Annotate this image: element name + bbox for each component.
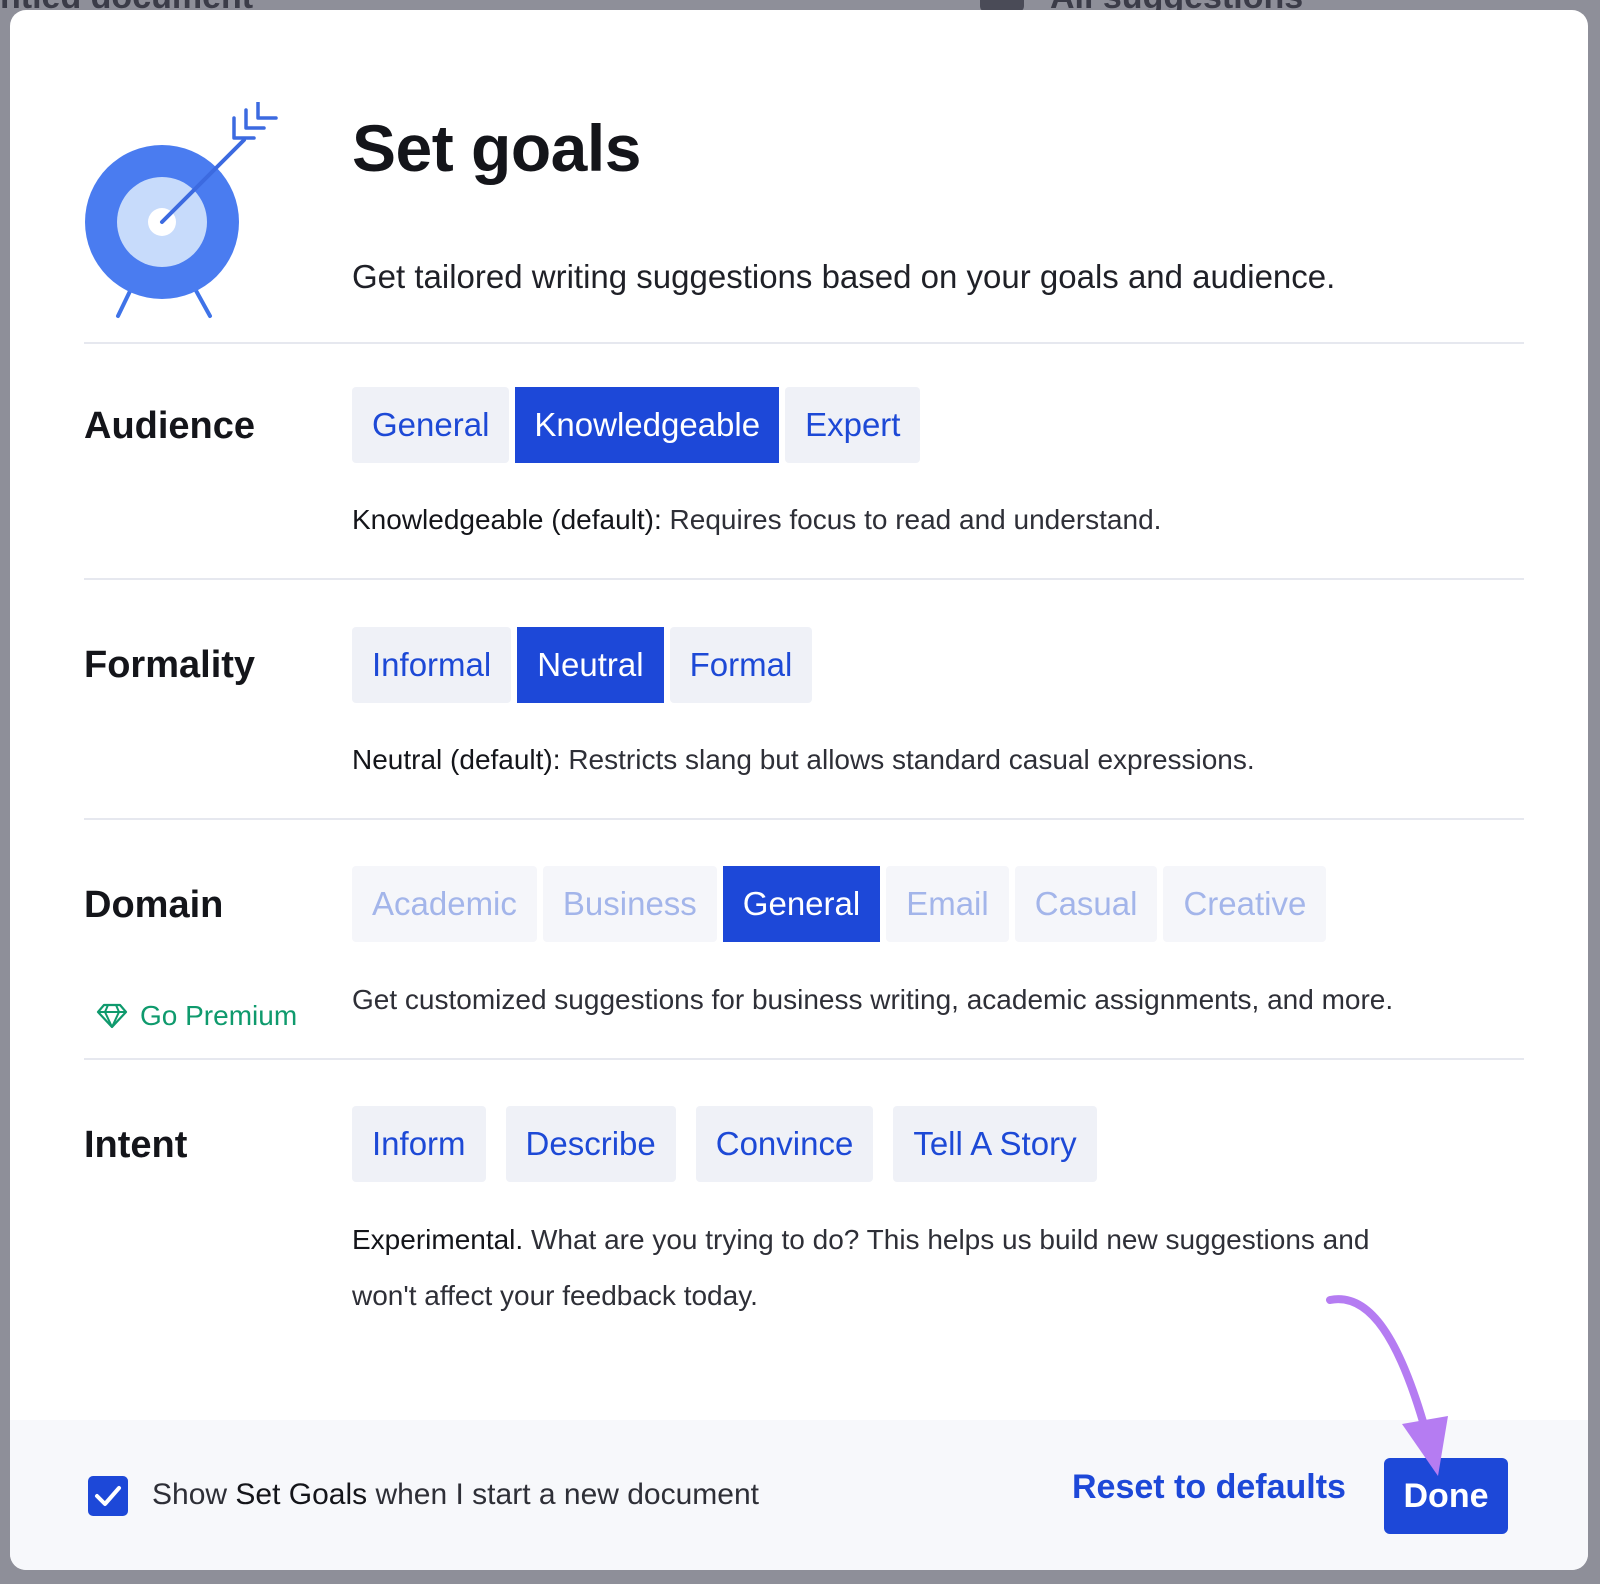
domain-option-business[interactable]: Business <box>542 866 717 942</box>
go-premium-link[interactable]: Go Premium <box>96 1000 297 1032</box>
audience-description: Knowledgeable (default): Requires focus … <box>352 492 1161 548</box>
show-set-goals-checkbox[interactable] <box>88 1476 128 1516</box>
set-goals-dialog: Set goals Get tailored writing suggestio… <box>10 10 1588 1570</box>
domain-description: Get customized suggestions for business … <box>352 984 1394 1015</box>
intent-description-strong: Experimental. <box>352 1224 524 1255</box>
show-set-goals-text-strong: Set Goals <box>235 1478 368 1511</box>
formality-option-formal[interactable]: Formal <box>669 627 813 703</box>
formality-description-text: Restricts slang but allows standard casu… <box>560 744 1255 775</box>
intent-option-convince[interactable]: Convince <box>695 1106 874 1182</box>
reset-to-defaults-button[interactable]: Reset to defaults <box>1072 1468 1346 1507</box>
formality-description-strong: Neutral (default): <box>352 744 561 775</box>
audience-option-general[interactable]: General <box>352 387 510 463</box>
divider <box>84 1058 1524 1060</box>
domain-option-email[interactable]: Email <box>886 866 1009 942</box>
diamond-icon <box>96 1003 128 1029</box>
domain-options: Academic Business General Email Casual C… <box>352 866 1327 942</box>
intent-option-tell-a-story[interactable]: Tell A Story <box>893 1106 1097 1182</box>
audience-description-text: Requires focus to read and understand. <box>661 504 1162 535</box>
intent-description-line2: won't affect your feedback today. <box>352 1280 758 1311</box>
annotation-arrow-icon <box>1326 1295 1448 1476</box>
domain-option-creative[interactable]: Creative <box>1163 866 1327 942</box>
divider <box>84 578 1524 580</box>
intent-description-text: What are you trying to do? This helps us… <box>523 1224 1370 1255</box>
intent-option-inform[interactable]: Inform <box>352 1106 486 1182</box>
intent-options: Inform Describe Convince Tell A Story <box>352 1106 1097 1182</box>
dialog-subtitle: Get tailored writing suggestions based o… <box>352 258 1336 295</box>
formality-option-neutral[interactable]: Neutral <box>517 627 664 703</box>
target-with-arrow-icon <box>85 102 278 318</box>
audience-option-expert[interactable]: Expert <box>785 387 921 463</box>
divider <box>84 818 1524 820</box>
show-set-goals-text-after: when I start a new document <box>367 1478 759 1511</box>
domain-option-casual[interactable]: Casual <box>1014 866 1158 942</box>
checkmark-icon <box>95 1486 121 1506</box>
domain-option-academic[interactable]: Academic <box>352 866 537 942</box>
domain-option-general[interactable]: General <box>722 866 881 942</box>
intent-description: Experimental. What are you trying to do?… <box>352 1212 1369 1324</box>
dialog-title: Set goals <box>352 111 641 185</box>
audience-option-knowledgeable[interactable]: Knowledgeable <box>515 387 780 463</box>
intent-option-describe[interactable]: Describe <box>505 1106 676 1182</box>
divider <box>84 342 1524 344</box>
formality-option-informal[interactable]: Informal <box>352 627 512 703</box>
formality-label: Formality <box>84 644 256 686</box>
go-premium-label: Go Premium <box>140 1000 298 1031</box>
show-set-goals-label: Show Set Goals when I start a new docume… <box>152 1478 759 1512</box>
audience-description-strong: Knowledgeable (default): <box>352 504 662 535</box>
show-set-goals-text-before: Show <box>152 1478 236 1511</box>
audience-label: Audience <box>84 405 256 447</box>
intent-label: Intent <box>84 1124 188 1166</box>
formality-options: Informal Neutral Formal <box>352 627 813 703</box>
formality-description: Neutral (default): Restricts slang but a… <box>352 732 1255 788</box>
domain-label: Domain <box>84 884 224 926</box>
audience-options: General Knowledgeable Expert <box>352 387 921 463</box>
